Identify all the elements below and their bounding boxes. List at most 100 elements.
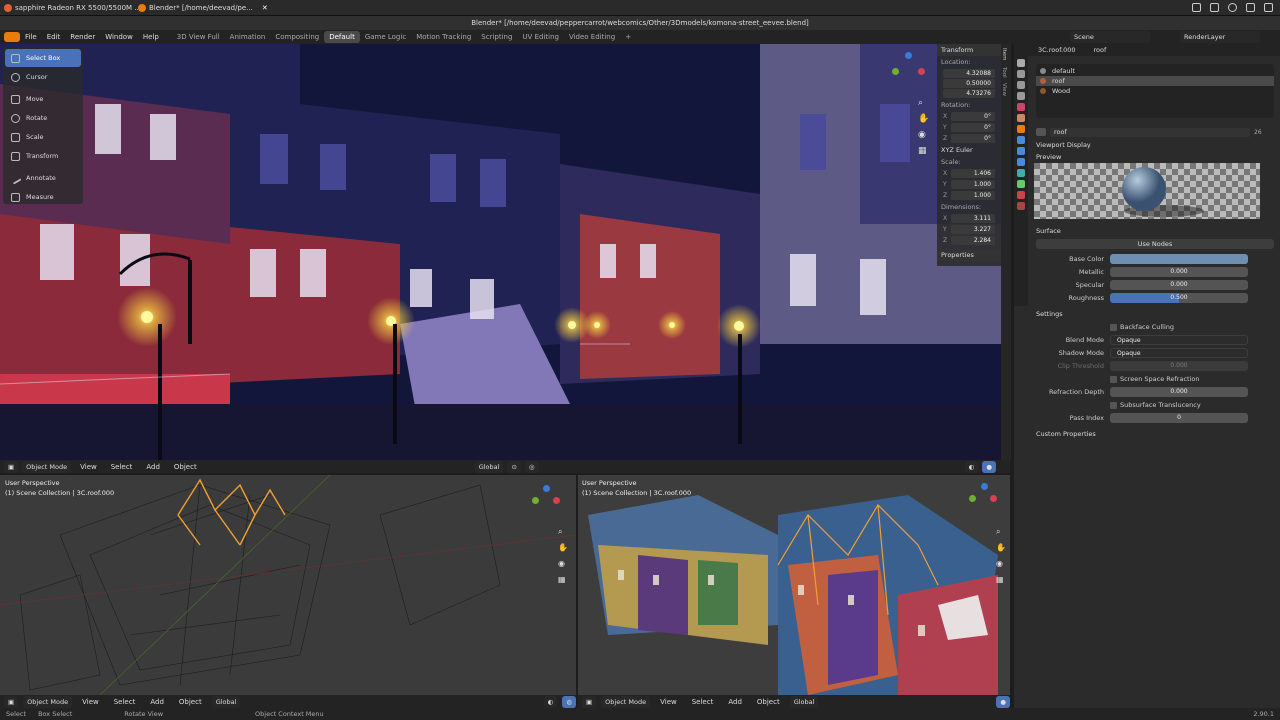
scene-selector[interactable]: Scene — [1070, 31, 1150, 43]
gizmo-x-icon[interactable] — [918, 68, 925, 75]
solid-menu-add[interactable]: Add — [723, 698, 747, 706]
network-icon[interactable] — [1228, 3, 1237, 12]
wire-gizmo-z-icon[interactable] — [543, 485, 550, 492]
material-tab-icon[interactable] — [1017, 191, 1025, 199]
pass-index-field[interactable]: 0 — [1110, 413, 1248, 423]
physics-tab-icon[interactable] — [1017, 158, 1025, 166]
sidebar-tab-item[interactable]: Item — [1001, 48, 1007, 61]
shadow-mode-select[interactable]: Opaque — [1110, 348, 1248, 358]
gizmo-z-icon[interactable] — [905, 52, 912, 59]
solid-menu-view[interactable]: View — [655, 698, 682, 706]
volume-icon[interactable] — [1246, 3, 1255, 12]
solid-editor-type-icon[interactable]: ▣ — [582, 695, 597, 708]
snap-icon[interactable]: ⊙ — [507, 460, 521, 473]
world-tab-icon[interactable] — [1017, 114, 1025, 122]
tab-video-editing[interactable]: Video Editing — [564, 31, 620, 43]
zoom-icon[interactable]: ⌕ — [918, 98, 923, 108]
render-tab-icon[interactable] — [1017, 70, 1025, 78]
wire-menu-object[interactable]: Object — [174, 698, 207, 706]
gizmo-y-icon[interactable] — [892, 68, 899, 75]
object-mode-select[interactable]: Object Mode — [22, 460, 72, 473]
viewport-display-section[interactable]: Viewport Display — [1028, 139, 1280, 151]
output-tab-icon[interactable] — [1017, 81, 1025, 89]
menu-add[interactable]: Add — [141, 463, 165, 471]
roughness-slider[interactable]: 0.500 — [1110, 293, 1248, 303]
properties-panel-header[interactable]: Properties — [937, 249, 1001, 261]
dimension-z-field[interactable]: 2.284 — [951, 236, 995, 245]
menu-select[interactable]: Select — [106, 463, 138, 471]
wire-camera-icon[interactable]: ◉ — [558, 559, 565, 568]
wire-mode-select[interactable]: Object Mode — [23, 695, 73, 708]
tool-tab-icon[interactable] — [1017, 59, 1025, 67]
wireframe-viewport[interactable]: User Perspective (1) Scene Collection | … — [0, 475, 576, 695]
rotation-z-field[interactable]: 0° — [951, 134, 995, 143]
location-y-field[interactable]: 0.50000 — [943, 79, 995, 88]
preview-section[interactable]: Preview — [1028, 151, 1280, 163]
solid-shading-icon[interactable]: ● — [996, 695, 1010, 708]
scale-z-field[interactable]: 1.000 — [951, 191, 995, 200]
view-layer-selector[interactable]: RenderLayer — [1180, 31, 1260, 43]
add-workspace-button[interactable]: + — [620, 31, 636, 43]
data-tab-icon[interactable] — [1017, 180, 1025, 188]
solid-camera-icon[interactable]: ◉ — [996, 559, 1003, 568]
tool-cursor[interactable]: Cursor — [5, 68, 81, 86]
surface-section[interactable]: Surface — [1028, 225, 1280, 237]
solid-gizmo-z-icon[interactable] — [981, 483, 988, 490]
texture-tab-icon[interactable] — [1017, 202, 1025, 210]
tab-compositing[interactable]: Compositing — [270, 31, 324, 43]
tool-transform[interactable]: Transform — [5, 147, 81, 165]
location-z-field[interactable]: 4.73276 — [943, 89, 995, 98]
material-slot[interactable]: Wood — [1036, 86, 1274, 96]
view-layer-tab-icon[interactable] — [1017, 92, 1025, 100]
sss-checkbox[interactable]: Subsurface Translucency — [1110, 401, 1201, 409]
tool-measure[interactable]: Measure — [5, 188, 81, 206]
main-viewport[interactable]: ⌕ ✋ ◉ ▦ — [0, 44, 1001, 460]
tool-annotate[interactable]: Annotate — [5, 169, 81, 187]
wire-gizmo-x-icon[interactable] — [553, 497, 560, 504]
dimension-x-field[interactable]: 3.111 — [951, 214, 995, 223]
tab-game-logic[interactable]: Game Logic — [360, 31, 411, 43]
wire-pan-icon[interactable]: ✋ — [558, 543, 568, 552]
particles-tab-icon[interactable] — [1017, 147, 1025, 155]
proportional-icon[interactable]: ◎ — [524, 460, 539, 473]
ssr-checkbox[interactable]: Screen Space Refraction — [1110, 375, 1199, 383]
menu-window[interactable]: Window — [100, 33, 138, 41]
material-users-count[interactable]: 26 — [1254, 129, 1274, 136]
material-name-field[interactable]: roof — [1050, 127, 1250, 137]
blender-logo-icon[interactable] — [4, 32, 20, 42]
tool-select-box[interactable]: Select Box — [5, 49, 81, 67]
solid-zoom-icon[interactable]: ⌕ — [996, 527, 1000, 537]
solid-menu-select[interactable]: Select — [687, 698, 719, 706]
rotation-y-field[interactable]: 0° — [951, 123, 995, 132]
tab-3d-view-full[interactable]: 3D View Full — [172, 31, 225, 43]
wire-editor-type-icon[interactable]: ▣ — [4, 695, 19, 708]
sidebar-tab-tool[interactable]: Tool — [1001, 67, 1007, 78]
tab-uv-editing[interactable]: UV Editing — [517, 31, 564, 43]
custom-properties-section[interactable]: Custom Properties — [1028, 428, 1280, 440]
menu-edit[interactable]: Edit — [42, 33, 66, 41]
transform-orientation-select[interactable]: Global — [474, 460, 504, 473]
wire-zoom-icon[interactable]: ⌕ — [558, 527, 562, 537]
wire-orientation-select[interactable]: Global — [211, 695, 241, 708]
os-tab-radeon[interactable]: sapphire Radeon RX 5500/5500M ... — [4, 2, 141, 14]
solid-pan-icon[interactable]: ✋ — [996, 543, 1006, 552]
material-slot-selected[interactable]: roof — [1036, 76, 1274, 86]
settings-section[interactable]: Settings — [1028, 308, 1280, 320]
wire-shading-icon[interactable]: ◍ — [562, 695, 576, 708]
camera-icon[interactable]: ◉ — [918, 130, 926, 140]
menu-object[interactable]: Object — [169, 463, 202, 471]
use-nodes-button[interactable]: Use Nodes — [1036, 239, 1274, 249]
menu-help[interactable]: Help — [138, 33, 164, 41]
tool-scale[interactable]: Scale — [5, 128, 81, 146]
scene-tab-icon[interactable] — [1017, 103, 1025, 111]
close-icon[interactable]: ✕ — [262, 4, 268, 12]
backface-culling-checkbox[interactable]: Backface Culling — [1110, 323, 1174, 331]
tab-scripting[interactable]: Scripting — [476, 31, 517, 43]
power-icon[interactable] — [1264, 3, 1273, 12]
location-x-field[interactable]: 4.32088 — [943, 69, 995, 78]
solid-orientation-select[interactable]: Global — [789, 695, 819, 708]
refraction-depth-field[interactable]: 0.000 — [1110, 387, 1248, 397]
os-tab-blender[interactable]: Blender* [/home/deevad/pe... ✕ — [138, 2, 268, 14]
pan-hand-icon[interactable]: ✋ — [918, 114, 929, 124]
overlay-icon[interactable]: ◐ — [964, 460, 979, 473]
